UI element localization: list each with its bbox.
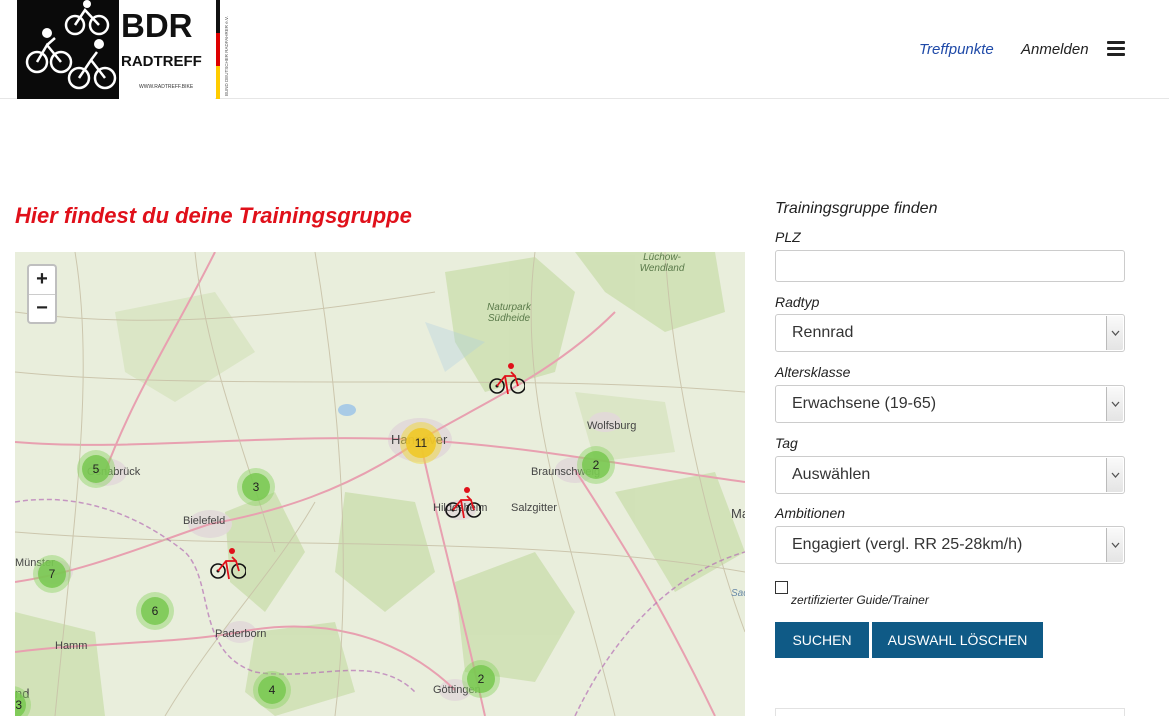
radtyp-select[interactable]: Rennrad	[775, 314, 1125, 352]
map-label-edge-ma: Ma	[731, 506, 745, 521]
map-label-hamm: Hamm	[55, 640, 88, 652]
nav-login-link[interactable]: Anmelden	[1021, 41, 1089, 58]
clear-selection-button[interactable]: AUSWAHL LÖSCHEN	[872, 622, 1043, 658]
map-cluster-south[interactable]: 4	[253, 671, 291, 709]
bike-marker-icon[interactable]	[210, 547, 246, 581]
cluster-count: 4	[258, 676, 286, 704]
logo-url: WWW.RADTREFF.BIKE	[139, 84, 194, 90]
nav-treffpunkte-link[interactable]: Treffpunkte	[919, 41, 994, 58]
results-box	[775, 708, 1125, 716]
map-label-paderborn: Paderborn	[215, 628, 267, 640]
map-cluster-mid[interactable]: 3	[237, 468, 275, 506]
map-label-park-suedheide: Naturpark Südheide	[487, 302, 531, 324]
radtyp-value: Rennrad	[792, 324, 854, 341]
cluster-count: 3	[15, 691, 26, 716]
plz-label: PLZ	[775, 229, 801, 245]
chevron-down-icon	[1106, 387, 1123, 421]
map-cluster-osnabrueck[interactable]: 5	[77, 450, 115, 488]
map-cluster-hannover[interactable]: 11	[400, 422, 442, 464]
guide-checkbox-label: zertifizierter Guide/Trainer	[791, 593, 929, 607]
search-button[interactable]: SUCHEN	[775, 622, 869, 658]
page-title: Hier findest du deine Trainingsgruppe	[15, 203, 412, 228]
zoom-in-button[interactable]: +	[29, 266, 55, 294]
map-label-edge-sac: Sac	[731, 588, 745, 599]
bdr-radtreff-logo[interactable]: BDR RADTREFF WWW.RADTREFF.BIKE BUND DEUT…	[17, 0, 233, 99]
cluster-count: 7	[38, 560, 66, 588]
chevron-down-icon	[1106, 528, 1123, 562]
map-cluster-goettingen[interactable]: 2	[462, 660, 500, 698]
logo-vertical-text: BUND DEUTSCHER RADFAHRER e.V.	[224, 16, 229, 96]
altersklasse-value: Erwachsene (19-65)	[792, 395, 937, 412]
tag-select[interactable]: Auswählen	[775, 456, 1125, 494]
zoom-out-button[interactable]: −	[29, 294, 55, 322]
logo-brand-bottom: RADTREFF	[121, 53, 202, 70]
altersklasse-select[interactable]: Erwachsene (19-65)	[775, 385, 1125, 423]
altersklasse-label: Altersklasse	[775, 364, 851, 380]
logo-brand-top: BDR	[121, 7, 193, 44]
ambitionen-label: Ambitionen	[775, 505, 846, 521]
cluster-count: 2	[467, 665, 495, 693]
map-cluster-braunschweig[interactable]: 2	[577, 446, 615, 484]
map-label-salzgitter: Salzgitter	[511, 502, 557, 514]
guide-checkbox[interactable]	[775, 581, 788, 594]
cluster-count: 5	[82, 455, 110, 483]
cluster-count: 3	[242, 473, 270, 501]
menu-icon[interactable]	[1107, 41, 1125, 56]
plz-input[interactable]	[775, 250, 1125, 282]
map-zoom-control: + −	[27, 264, 57, 324]
chevron-down-icon	[1106, 316, 1123, 350]
site-header: BDR RADTREFF WWW.RADTREFF.BIKE BUND DEUT…	[0, 0, 1169, 99]
tag-value: Auswählen	[792, 466, 871, 483]
ambitionen-value: Engagiert (vergl. RR 25-28km/h)	[792, 536, 1023, 553]
map-label-bielefeld: Bielefeld	[183, 515, 226, 527]
map-label-wendland: Lüchow-Wendland	[639, 252, 685, 274]
cluster-count: 6	[141, 597, 169, 625]
form-title: Trainingsgruppe finden	[775, 200, 938, 217]
map-cluster-muenster[interactable]: 7	[33, 555, 71, 593]
tag-label: Tag	[775, 435, 798, 451]
map-label-wolfsburg: Wolfsburg	[587, 420, 637, 432]
bike-marker-icon[interactable]	[445, 486, 481, 520]
bike-marker-icon[interactable]	[489, 362, 525, 396]
ambitionen-select[interactable]: Engagiert (vergl. RR 25-28km/h)	[775, 526, 1125, 564]
map-tiles	[15, 252, 745, 716]
chevron-down-icon	[1106, 458, 1123, 492]
radtyp-label: Radtyp	[775, 294, 820, 310]
cluster-count: 11	[406, 428, 436, 458]
map-cluster-paderborn[interactable]: 6	[136, 592, 174, 630]
training-map[interactable]: Hannover Wolfsburg Braunschweig Osnabrüc…	[15, 252, 745, 716]
cluster-count: 2	[582, 451, 610, 479]
